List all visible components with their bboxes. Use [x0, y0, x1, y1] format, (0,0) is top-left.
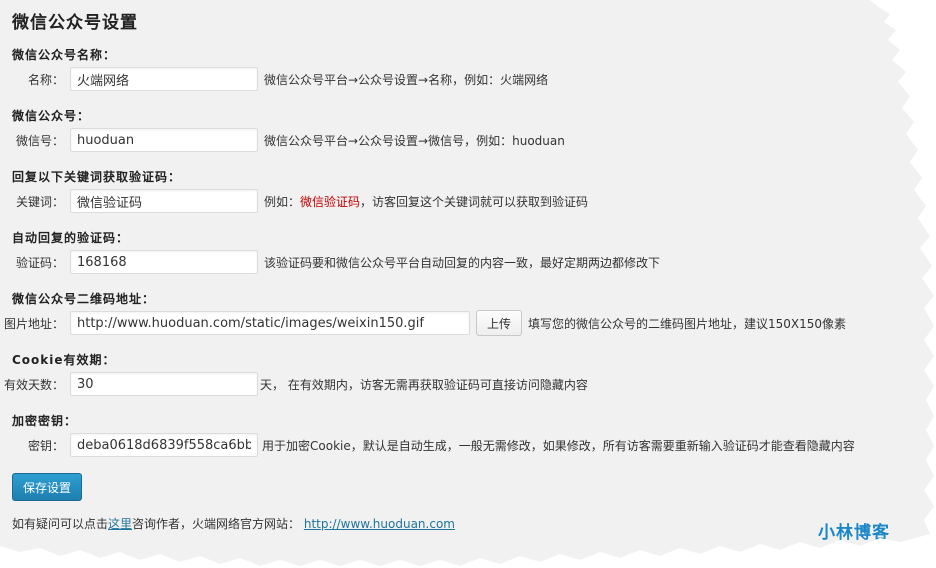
autoreply-label: 验证码： [15, 255, 64, 270]
section-title-cookie: Cookie有效期： [12, 353, 116, 367]
page-title: 微信公众号设置 [12, 13, 138, 33]
section-title-autoreply: 自动回复的验证码： [12, 231, 130, 245]
official-site-link[interactable]: http://www.huoduan.com [304, 517, 455, 531]
upload-button[interactable]: 上传 [476, 310, 523, 336]
footer-middle: 咨询作者，火端网络官方网站： [132, 517, 301, 531]
account-input[interactable] [70, 128, 258, 152]
section-title-qrcode: 微信公众号二维码地址： [12, 292, 156, 306]
screenshot-canvas: 微信公众号设置 微信公众号名称： 名称： 微信公众号平台→公众号设置→名称，例如… [0, 0, 936, 568]
secret-hint: 用于加密Cookie，默认是自动生成，一般无需修改，如果修改，所有访客需要重新输… [262, 438, 855, 453]
row-keyword: 关键词： 例如：微信验证码，访客回复这个关键词就可以获取到验证码 [0, 188, 588, 214]
keyword-label: 关键词： [15, 194, 64, 209]
contact-author-link[interactable]: 这里 [108, 517, 132, 531]
secret-label: 密钥： [27, 438, 64, 453]
qrcode-hint: 填写您的微信公众号的二维码图片地址，建议150X150像素 [528, 316, 847, 331]
name-label: 名称： [27, 72, 64, 87]
name-input[interactable] [70, 67, 258, 91]
settings-panel: 微信公众号设置 微信公众号名称： 名称： 微信公众号平台→公众号设置→名称，例如… [0, 0, 934, 566]
qrcode-url-input[interactable] [70, 311, 470, 335]
keyword-hint-suffix: ，访客回复这个关键词就可以获取到验证码 [360, 194, 589, 209]
section-title-account: 微信公众号： [12, 109, 91, 123]
keyword-hint-emphasis: 微信验证码 [300, 194, 361, 209]
keyword-input[interactable] [70, 189, 258, 213]
row-secret: 密钥： 用于加密Cookie，默认是自动生成，一般无需修改，如果修改，所有访客需… [0, 432, 855, 458]
row-cookie: 有效天数： 天， 在有效期内，访客无需再获取验证码可直接访问隐藏内容 [0, 371, 588, 397]
cookie-days-input[interactable] [70, 372, 258, 396]
verification-code-input[interactable] [70, 250, 258, 274]
section-title-name: 微信公众号名称： [12, 48, 117, 62]
section-title-keyword: 回复以下关键词获取验证码： [12, 170, 182, 184]
footer-prefix: 如有疑问可以点击 [12, 517, 109, 531]
row-name: 名称： 微信公众号平台→公众号设置→名称，例如：火端网络 [0, 66, 548, 92]
cookie-label: 有效天数： [3, 377, 64, 392]
cookie-hint: 天， 在有效期内，访客无需再获取验证码可直接访问隐藏内容 [260, 377, 588, 392]
name-hint: 微信公众号平台→公众号设置→名称，例如：火端网络 [264, 72, 549, 87]
keyword-hint-prefix: 例如： [264, 194, 301, 209]
keyword-hint: 例如：微信验证码，访客回复这个关键词就可以获取到验证码 [264, 193, 588, 210]
qrcode-label: 图片地址： [3, 316, 64, 331]
footer-note: 如有疑问可以点击这里咨询作者，火端网络官方网站： http://www.huod… [12, 515, 455, 532]
watermark-logo: 小林博客 [818, 523, 890, 543]
account-label: 微信号： [15, 133, 64, 148]
save-settings-button[interactable]: 保存设置 [12, 473, 83, 501]
row-qrcode: 图片地址： 上传 填写您的微信公众号的二维码图片地址，建议150X150像素 [0, 310, 846, 336]
account-hint: 微信公众号平台→公众号设置→微信号，例如：huoduan [264, 133, 565, 148]
row-autoreply: 验证码： 该验证码要和微信公众号平台自动回复的内容一致，最好定期两边都修改下 [0, 249, 660, 275]
row-account: 微信号： 微信公众号平台→公众号设置→微信号，例如：huoduan [0, 127, 565, 153]
autoreply-hint: 该验证码要和微信公众号平台自动回复的内容一致，最好定期两边都修改下 [264, 255, 661, 270]
secret-key-input[interactable] [70, 433, 258, 457]
section-title-secret: 加密密钥： [12, 414, 78, 428]
